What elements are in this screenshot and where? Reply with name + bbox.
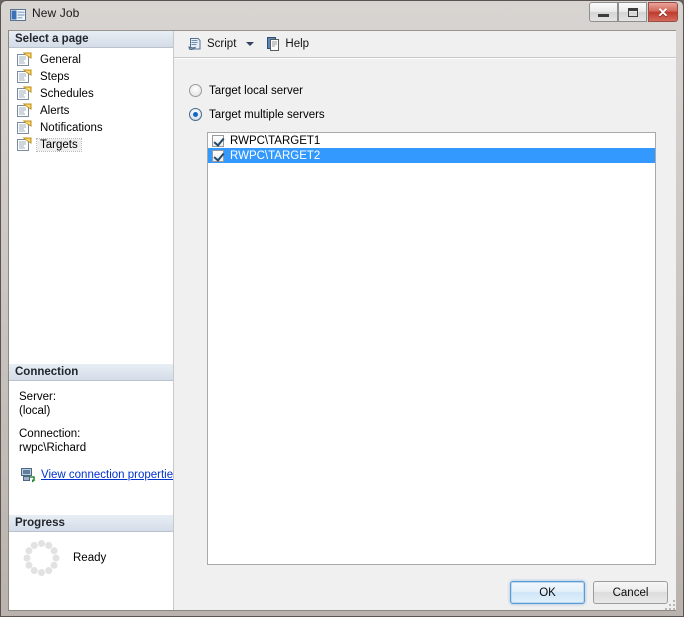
connection-label: Connection: [19,428,81,440]
resize-grip[interactable] [665,600,677,612]
sidebar-item-schedules[interactable]: Schedules [9,85,173,102]
script-label: Script [207,38,237,50]
right-panel: Script Help Target local server Target m… [174,31,676,610]
listbox-row[interactable]: RWPC\TARGET2 [208,148,655,163]
server-value: (local) [19,405,51,417]
minimize-icon [598,13,609,17]
page-icon [17,69,32,83]
page-icon [17,120,32,134]
page-icon [17,52,33,67]
close-icon: ✕ [657,4,669,20]
close-button[interactable]: ✕ [648,2,678,22]
sidebar-item-label: Steps [40,70,70,83]
radio-icon[interactable] [189,108,202,121]
spinner-dot [37,540,45,547]
loading-spinner-icon [23,540,59,576]
connection-header: Connection [9,364,173,381]
minimize-button[interactable] [589,2,618,22]
radio-target-local-server[interactable]: Target local server [189,84,303,97]
toolbar-separator [174,57,676,59]
ok-button[interactable]: OK [510,581,585,604]
page-icon [17,69,33,84]
radio-target-multiple-servers[interactable]: Target multiple servers [189,108,325,121]
page-icon [17,86,33,101]
sidebar-item-targets[interactable]: Targets [9,136,173,153]
checkbox-icon[interactable] [212,134,224,147]
listbox-row-label: RWPC\TARGET2 [230,149,321,162]
script-button[interactable]: Script [185,34,238,54]
connection-value: rwpc\Richard [19,442,87,454]
grip-dot [669,608,671,610]
sidebar-item-alerts[interactable]: Alerts [9,102,173,119]
grip-dot [673,600,675,602]
page-icon [17,120,33,135]
page-list: General Steps Schedules Alerts Notifications… [9,48,173,153]
grip-dot [669,604,671,606]
window-title: New Job [32,6,80,20]
page-icon [17,86,32,100]
view-connection-properties-row[interactable]: View connection properties [9,467,173,483]
spinner-dot [37,569,45,576]
progress-section: Progress Ready [9,515,173,576]
cancel-button[interactable]: Cancel [593,581,668,604]
page-icon [17,137,33,152]
sidebar-item-general[interactable]: General [9,51,173,68]
maximize-icon [627,7,638,17]
sidebar-item-label: Alerts [40,104,70,117]
sidebar-item-label: Targets [36,137,82,152]
toolbar: Script Help [174,31,676,57]
new-job-dialog-window: New Job ✕ Select a page General Steps Sche… [0,0,684,617]
spinner-dot [23,554,30,562]
progress-header: Progress [9,515,173,532]
checkbox-icon[interactable] [212,149,224,162]
page-icon [17,52,32,66]
help-button[interactable]: Help [263,34,311,54]
target-servers-listbox[interactable]: RWPC\TARGET1 RWPC\TARGET2 [207,132,656,565]
sidebar-item-label: Notifications [40,121,103,134]
connection-section: Connection Server: (local) Connection: r… [9,364,173,483]
page-icon [17,137,32,151]
page-icon [17,103,33,118]
help-book-icon [267,37,280,51]
grip-dot [665,608,667,610]
help-label: Help [285,38,310,50]
title-bar[interactable]: New Job ✕ [1,1,684,30]
grip-dot [673,608,675,610]
view-connection-properties-link[interactable]: View connection properties [41,469,173,481]
progress-status: Ready [73,552,107,564]
script-icon [188,38,201,51]
radio-target-multiple-servers-label: Target multiple servers [209,108,325,121]
radio-icon[interactable] [189,84,202,97]
chevron-down-icon[interactable] [246,42,255,46]
sidebar-item-label: General [40,53,81,66]
page-icon [17,103,32,117]
maximize-button[interactable] [618,2,647,22]
left-panel: Select a page General Steps Schedules Alert… [9,31,174,610]
listbox-row[interactable]: RWPC\TARGET1 [208,133,655,148]
dialog-footer: OK Cancel [174,544,676,610]
select-page-header: Select a page [9,31,173,48]
grip-dot [673,604,675,606]
server-label: Server: [19,391,57,403]
server-connection-icon [21,468,35,483]
job-window-icon [10,9,26,21]
listbox-row-label: RWPC\TARGET1 [230,134,321,147]
sidebar-item-steps[interactable]: Steps [9,68,173,85]
radio-target-local-server-label: Target local server [209,84,303,97]
sidebar-item-notifications[interactable]: Notifications [9,119,173,136]
sidebar-item-label: Schedules [40,87,94,100]
